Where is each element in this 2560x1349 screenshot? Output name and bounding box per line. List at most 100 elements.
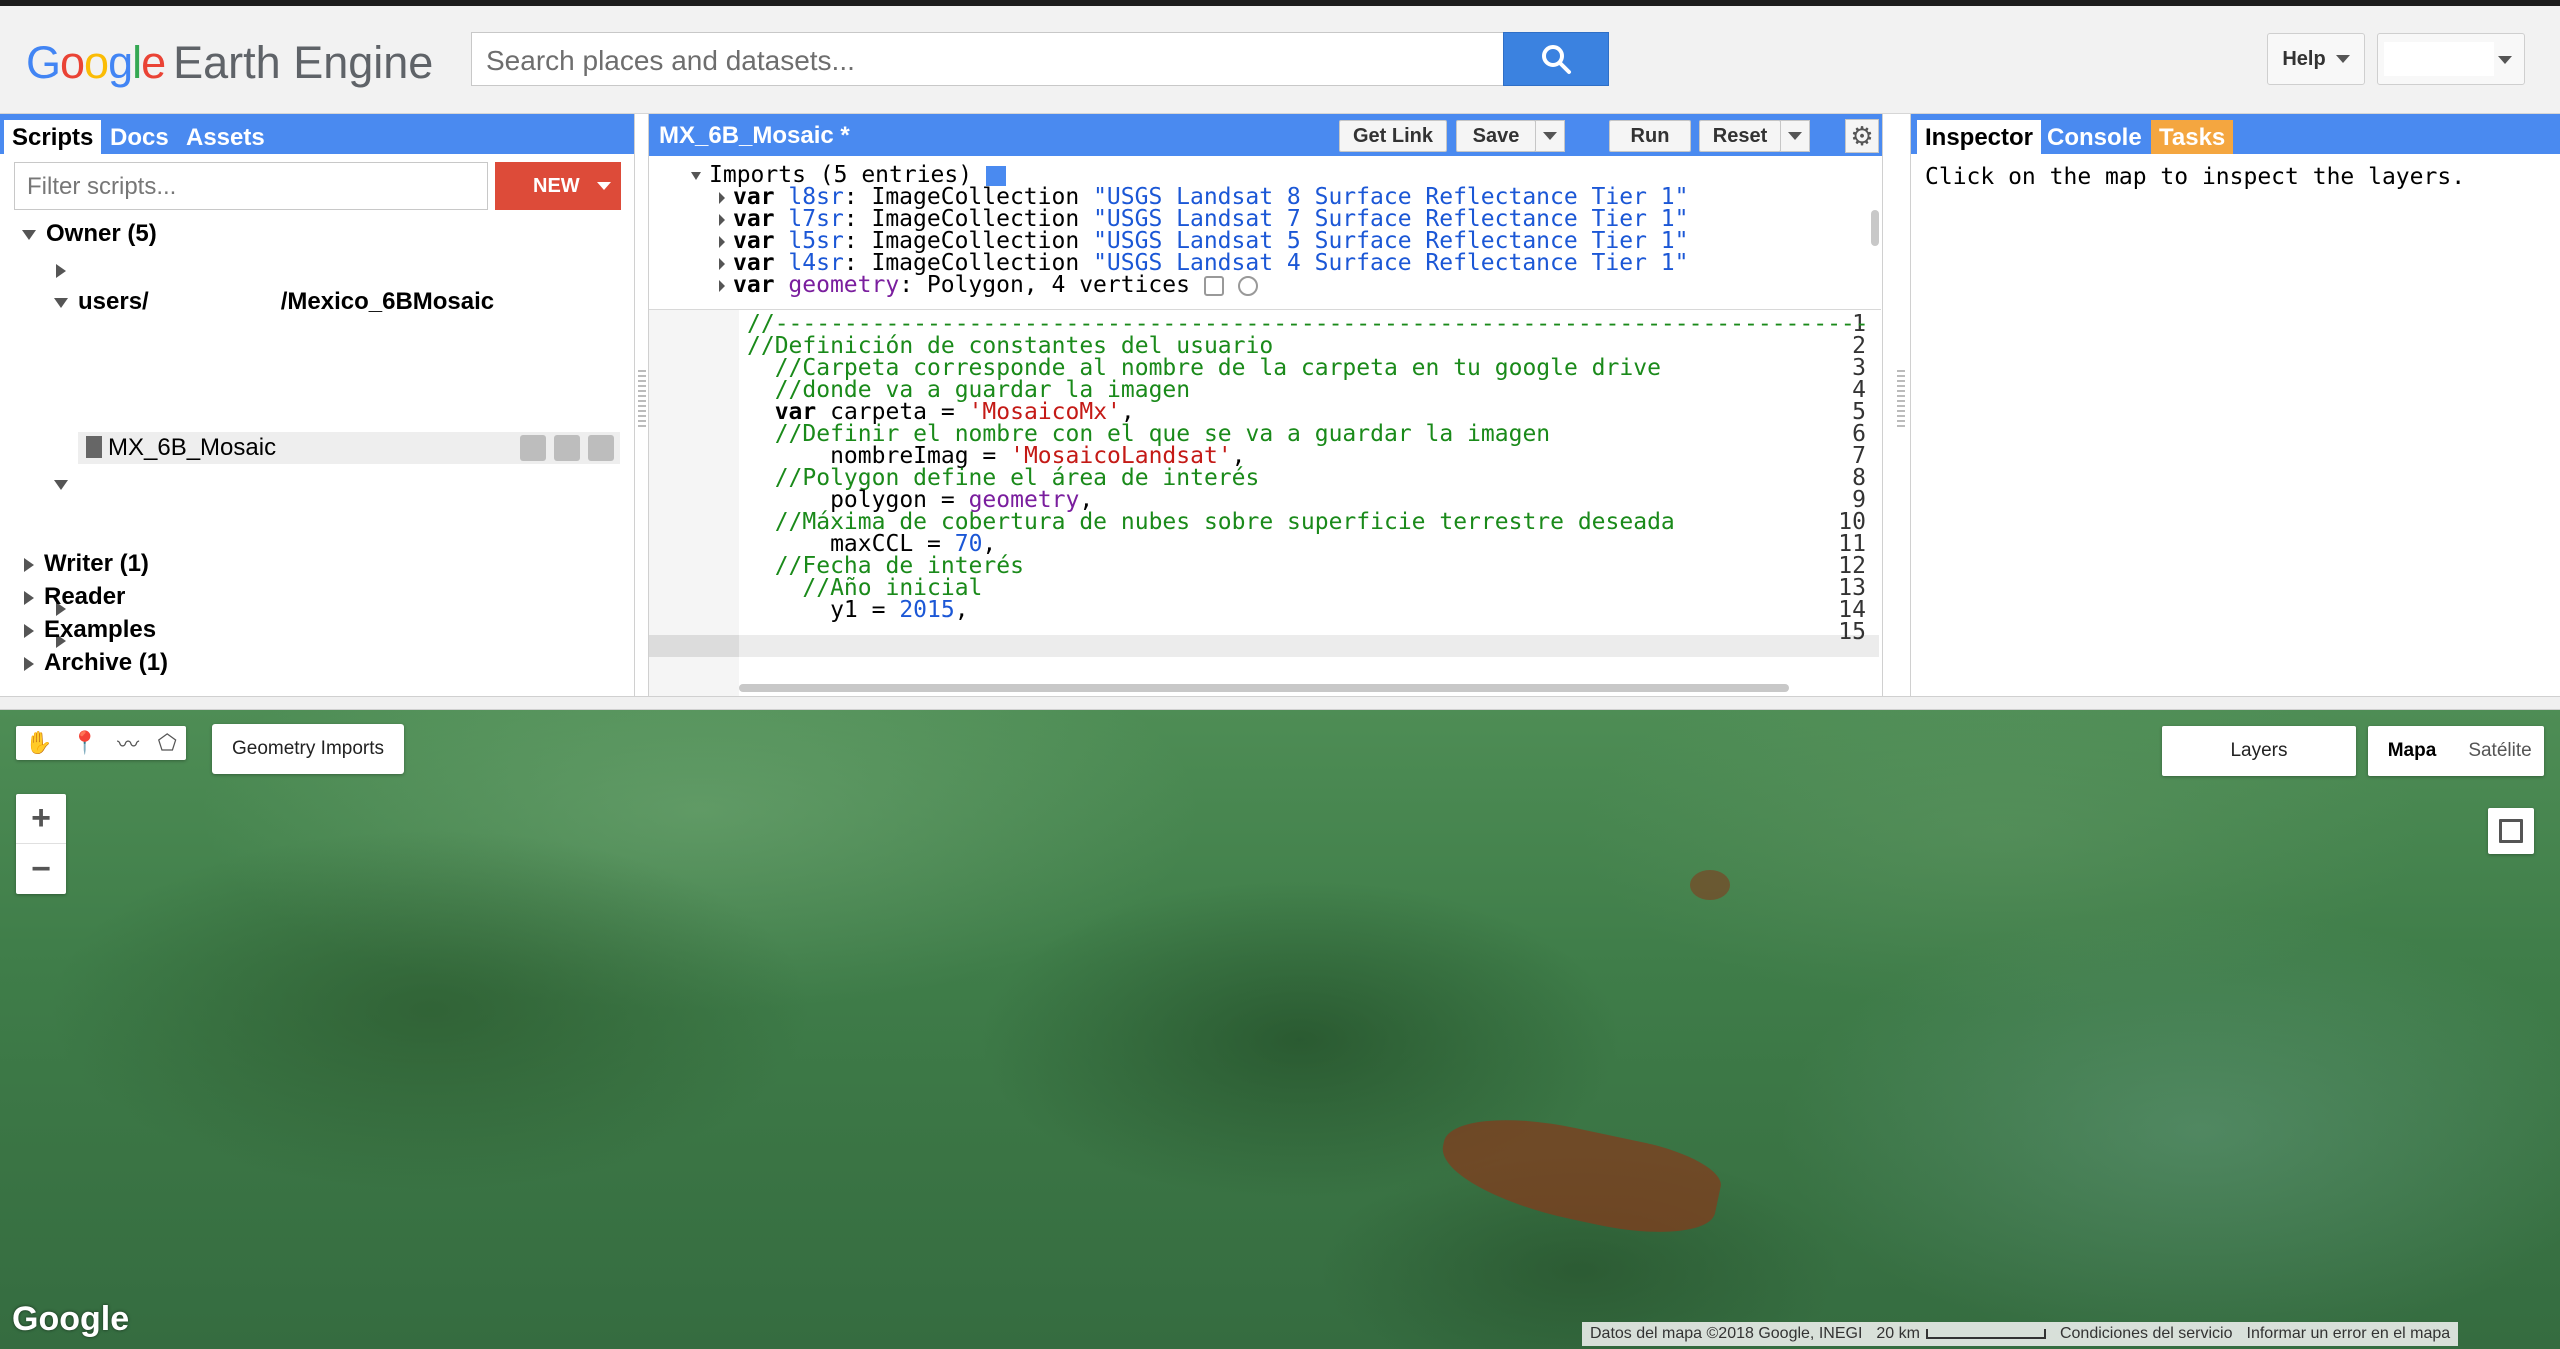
expand-icon bbox=[54, 479, 68, 490]
reservoir-feature bbox=[1690, 870, 1730, 900]
tab-assets[interactable]: Assets bbox=[178, 120, 273, 154]
filter-scripts-input[interactable]: Filter scripts... bbox=[14, 162, 488, 210]
marker-icon[interactable]: 📍 bbox=[71, 730, 98, 756]
run-button[interactable]: Run bbox=[1609, 120, 1691, 152]
save-dropdown[interactable] bbox=[1535, 120, 1565, 152]
code-text: , bbox=[954, 597, 969, 623]
tab-inspector[interactable]: Inspector bbox=[1917, 120, 2042, 154]
import-name: geometry bbox=[788, 272, 900, 298]
code-line: //--------------------------------------… bbox=[747, 311, 1869, 337]
tree-examples[interactable]: Examples bbox=[24, 616, 156, 644]
left-splitter-handle[interactable] bbox=[638, 370, 646, 430]
terms-link[interactable]: Condiciones del servicio bbox=[2060, 1325, 2233, 1343]
help-label: Help bbox=[2282, 47, 2326, 70]
collapse-icon bbox=[24, 623, 34, 638]
geometry-settings-icon[interactable] bbox=[1203, 275, 1224, 296]
tree-writer-label: Writer bbox=[44, 550, 113, 577]
line-number: 2 bbox=[1852, 333, 1866, 359]
tree-reader[interactable]: Reader bbox=[24, 583, 125, 611]
tab-scripts[interactable]: Scripts bbox=[4, 120, 102, 154]
chevron-down-icon bbox=[2498, 56, 2512, 64]
tree-owner[interactable]: Owner (5) bbox=[22, 220, 157, 248]
import-l8sr[interactable]: var l8sr: ImageCollection "USGS Landsat … bbox=[719, 186, 1689, 209]
code-line: //Definición de constantes del usuario bbox=[747, 333, 1274, 359]
collapse-icon bbox=[719, 191, 725, 204]
geometry-layer-icon[interactable] bbox=[1237, 275, 1258, 296]
account-selector[interactable] bbox=[2377, 33, 2525, 85]
tree-collapsed-folder[interactable] bbox=[54, 470, 78, 498]
tab-console[interactable]: Console bbox=[2039, 120, 2150, 154]
product-name: Earth Engine bbox=[173, 37, 434, 88]
settings-button[interactable]: ⚙ bbox=[1845, 119, 1879, 153]
line-number: 5 bbox=[1852, 399, 1866, 425]
map-scale: 20 km bbox=[1876, 1325, 2046, 1343]
search-input[interactable]: Search places and datasets... bbox=[471, 32, 1504, 86]
code-line: polygon = geometry, bbox=[747, 489, 1093, 512]
code-line: //Fecha de interés bbox=[747, 553, 1024, 579]
users-repo-name: /Mexico_6BMosaic bbox=[280, 288, 495, 315]
active-line-highlight bbox=[739, 635, 1879, 657]
account-name-field bbox=[2384, 42, 2494, 76]
tree-archive[interactable]: Archive (1) bbox=[24, 649, 168, 677]
line-number: 4 bbox=[1852, 377, 1866, 403]
line-number: 13 bbox=[1838, 575, 1866, 601]
map-divider-handle[interactable] bbox=[0, 696, 2560, 710]
code-line: var carpeta = 'MosaicoMx', bbox=[747, 401, 1135, 424]
zoom-out-button[interactable]: − bbox=[16, 844, 66, 894]
get-link-button[interactable]: Get Link bbox=[1339, 120, 1447, 152]
inspector-panel: Inspector Console Tasks Click on the map… bbox=[1910, 114, 2560, 696]
save-button[interactable]: Save bbox=[1456, 120, 1536, 152]
new-button[interactable]: NEW bbox=[495, 162, 621, 210]
reset-button[interactable]: Reset bbox=[1699, 120, 1781, 152]
tree-users-repo[interactable]: users/ /Mexico_6BMosaic bbox=[54, 288, 494, 316]
polygon-icon[interactable]: ⬠ bbox=[158, 730, 177, 756]
tree-writer-count: (1) bbox=[119, 550, 149, 577]
hand-icon[interactable]: ✋ bbox=[25, 730, 52, 756]
layers-button[interactable]: Layers bbox=[2162, 726, 2356, 776]
tab-tasks[interactable]: Tasks bbox=[2151, 120, 2234, 154]
collapse-icon bbox=[24, 590, 34, 605]
code-line: //Máxima de cobertura de nubes sobre sup… bbox=[747, 509, 1675, 535]
earth-engine-logo[interactable]: Google Earth Engine bbox=[26, 36, 433, 90]
delete-icon[interactable] bbox=[588, 435, 614, 461]
import-l5sr[interactable]: var l5sr: ImageCollection "USGS Landsat … bbox=[719, 230, 1689, 253]
import-l4sr[interactable]: var l4sr: ImageCollection "USGS Landsat … bbox=[719, 252, 1689, 275]
tree-owner-count: (5) bbox=[127, 220, 157, 247]
script-item[interactable]: MX_6B_Mosaic bbox=[78, 432, 620, 464]
reset-dropdown[interactable] bbox=[1780, 120, 1810, 152]
report-error-link[interactable]: Informar un error en el mapa bbox=[2247, 1325, 2451, 1343]
script-actions bbox=[520, 435, 614, 461]
tab-docs[interactable]: Docs bbox=[102, 120, 177, 154]
line-number: 11 bbox=[1838, 531, 1866, 557]
import-geometry[interactable]: var geometry: Polygon, 4 vertices bbox=[719, 272, 1258, 298]
code-text: y1 = bbox=[747, 597, 900, 623]
map-view[interactable]: ✋ 📍 〰 ⬠ Geometry Imports + − Layers Mapa… bbox=[0, 710, 2560, 1349]
map-attribution-bar: Datos del mapa ©2018 Google, INEGI 20 km… bbox=[1582, 1322, 2459, 1346]
line-icon[interactable]: 〰 bbox=[117, 727, 139, 759]
line-number: 15 bbox=[1838, 619, 1866, 645]
reservoir-feature bbox=[1433, 1101, 1727, 1249]
fullscreen-button[interactable] bbox=[2488, 808, 2534, 854]
help-button[interactable]: Help bbox=[2267, 33, 2365, 85]
geometry-imports-button[interactable]: Geometry Imports bbox=[212, 724, 404, 774]
map-type-satelite[interactable]: Satélite bbox=[2456, 726, 2544, 776]
zoom-in-button[interactable]: + bbox=[16, 794, 66, 844]
map-type-mapa[interactable]: Mapa bbox=[2368, 726, 2456, 776]
tree-writer[interactable]: Writer (1) bbox=[24, 550, 149, 578]
chevron-down-icon bbox=[1788, 132, 1802, 140]
edit-icon[interactable] bbox=[554, 435, 580, 461]
right-splitter-handle[interactable] bbox=[1897, 370, 1905, 430]
import-keyword: var bbox=[733, 272, 775, 298]
imports-header[interactable]: Imports (5 entries) bbox=[691, 164, 1006, 187]
code-line: maxCCL = 70, bbox=[747, 533, 996, 556]
search-button[interactable] bbox=[1503, 32, 1609, 86]
map-type-toggle: Mapa Satélite bbox=[2368, 726, 2544, 776]
imports-scrollbar[interactable] bbox=[1871, 210, 1879, 246]
import-l7sr[interactable]: var l7sr: ImageCollection "USGS Landsat … bbox=[719, 208, 1689, 231]
tree-collapsed-repo[interactable] bbox=[56, 256, 76, 284]
code-number: 2015 bbox=[899, 597, 955, 623]
line-number: 14 bbox=[1838, 597, 1866, 623]
code-horizontal-scrollbar[interactable] bbox=[739, 684, 1789, 692]
imports-doc-icon[interactable] bbox=[985, 165, 1006, 186]
history-icon[interactable] bbox=[520, 435, 546, 461]
